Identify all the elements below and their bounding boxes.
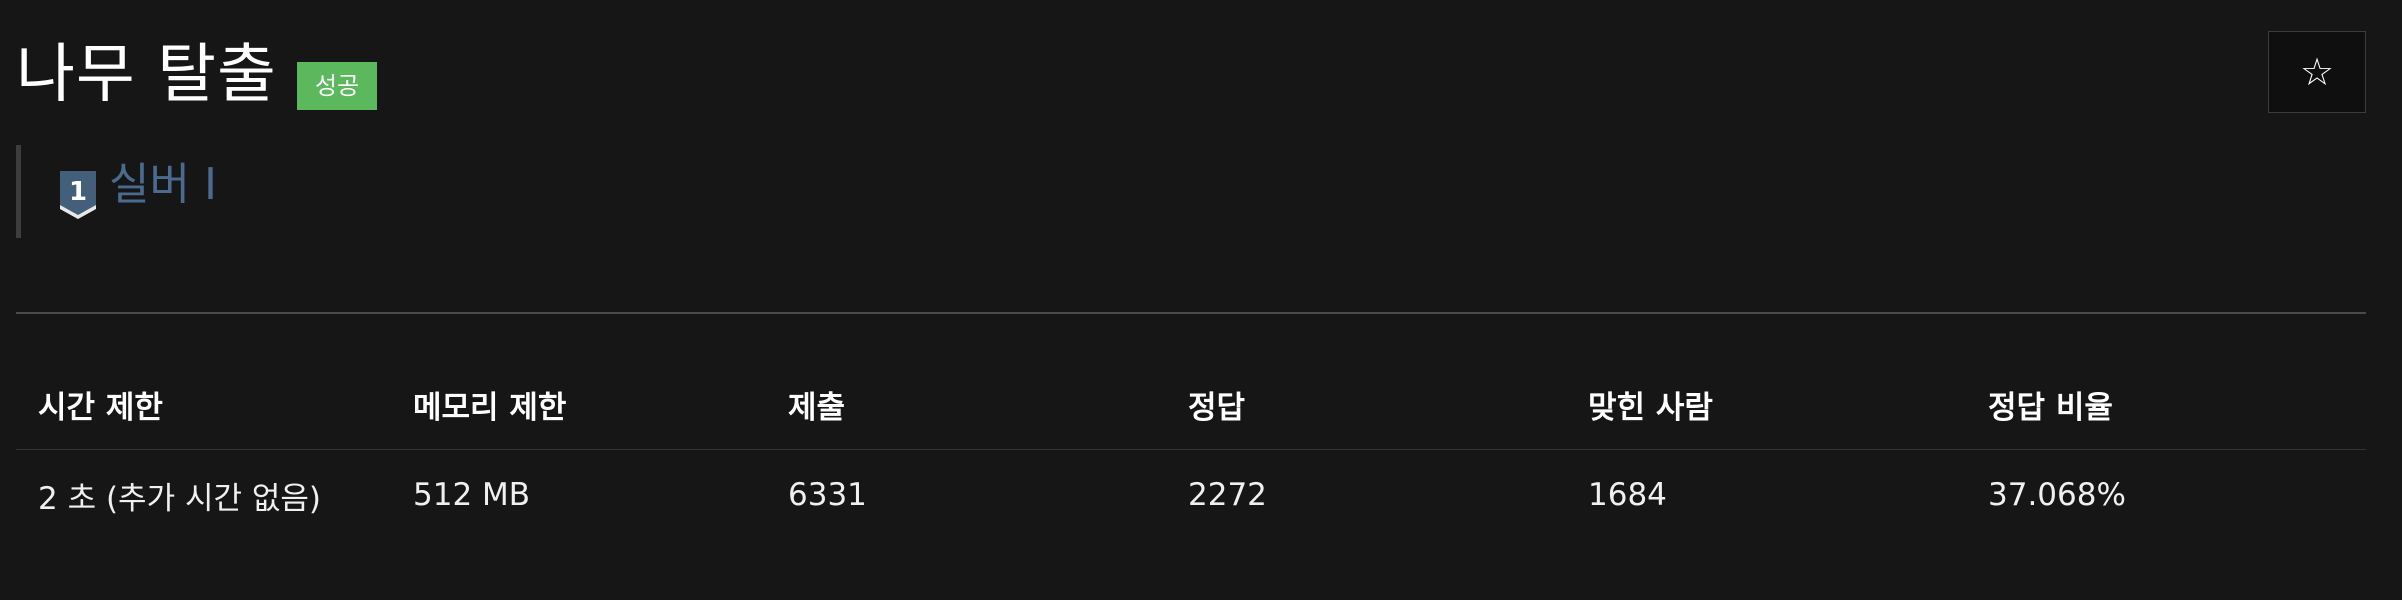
silver-tier-icon: 1 (60, 171, 96, 219)
section-divider (16, 312, 2366, 314)
value-accept-rate: 37.068% (1988, 477, 2126, 513)
status-badge: 성공 (296, 61, 378, 111)
header-memory-limit: 메모리 제한 (413, 390, 567, 426)
value-accepted: 2272 (1188, 477, 1267, 513)
star-outline-icon: ☆ (2299, 50, 2335, 94)
value-time-limit: 2 초 (추가 시간 없음) (38, 480, 321, 517)
stats-header-row: 시간 제한 메모리 제한 제출 정답 맞힌 사람 정답 비율 (16, 360, 2366, 450)
stats-table: 시간 제한 메모리 제한 제출 정답 맞힌 사람 정답 비율 2 초 (추가 시… (16, 360, 2366, 540)
header-submissions: 제출 (788, 390, 846, 426)
header-time-limit: 시간 제한 (38, 390, 163, 426)
header-solvers: 맞힌 사람 (1588, 390, 1713, 426)
tier-block: 1 실버 I (16, 145, 217, 238)
title-row: 나무 탈출 성공 (16, 30, 378, 120)
tier-number: 1 (69, 177, 87, 207)
problem-page: 나무 탈출 성공 ☆ 1 실버 I 시간 제한 메모리 제한 제출 정답 맞힌 … (0, 0, 2402, 600)
tier-label[interactable]: 실버 I (109, 163, 217, 207)
problem-title: 나무 탈출 (16, 38, 277, 112)
favorite-button[interactable]: ☆ (2268, 31, 2366, 113)
header-accepted: 정답 (1188, 390, 1246, 426)
value-solvers: 1684 (1588, 477, 1667, 513)
value-submissions: 6331 (788, 477, 867, 513)
value-memory-limit: 512 MB (413, 477, 531, 513)
header-accept-rate: 정답 비율 (1988, 390, 2113, 426)
stats-value-row: 2 초 (추가 시간 없음) 512 MB 6331 2272 1684 37.… (16, 450, 2366, 540)
